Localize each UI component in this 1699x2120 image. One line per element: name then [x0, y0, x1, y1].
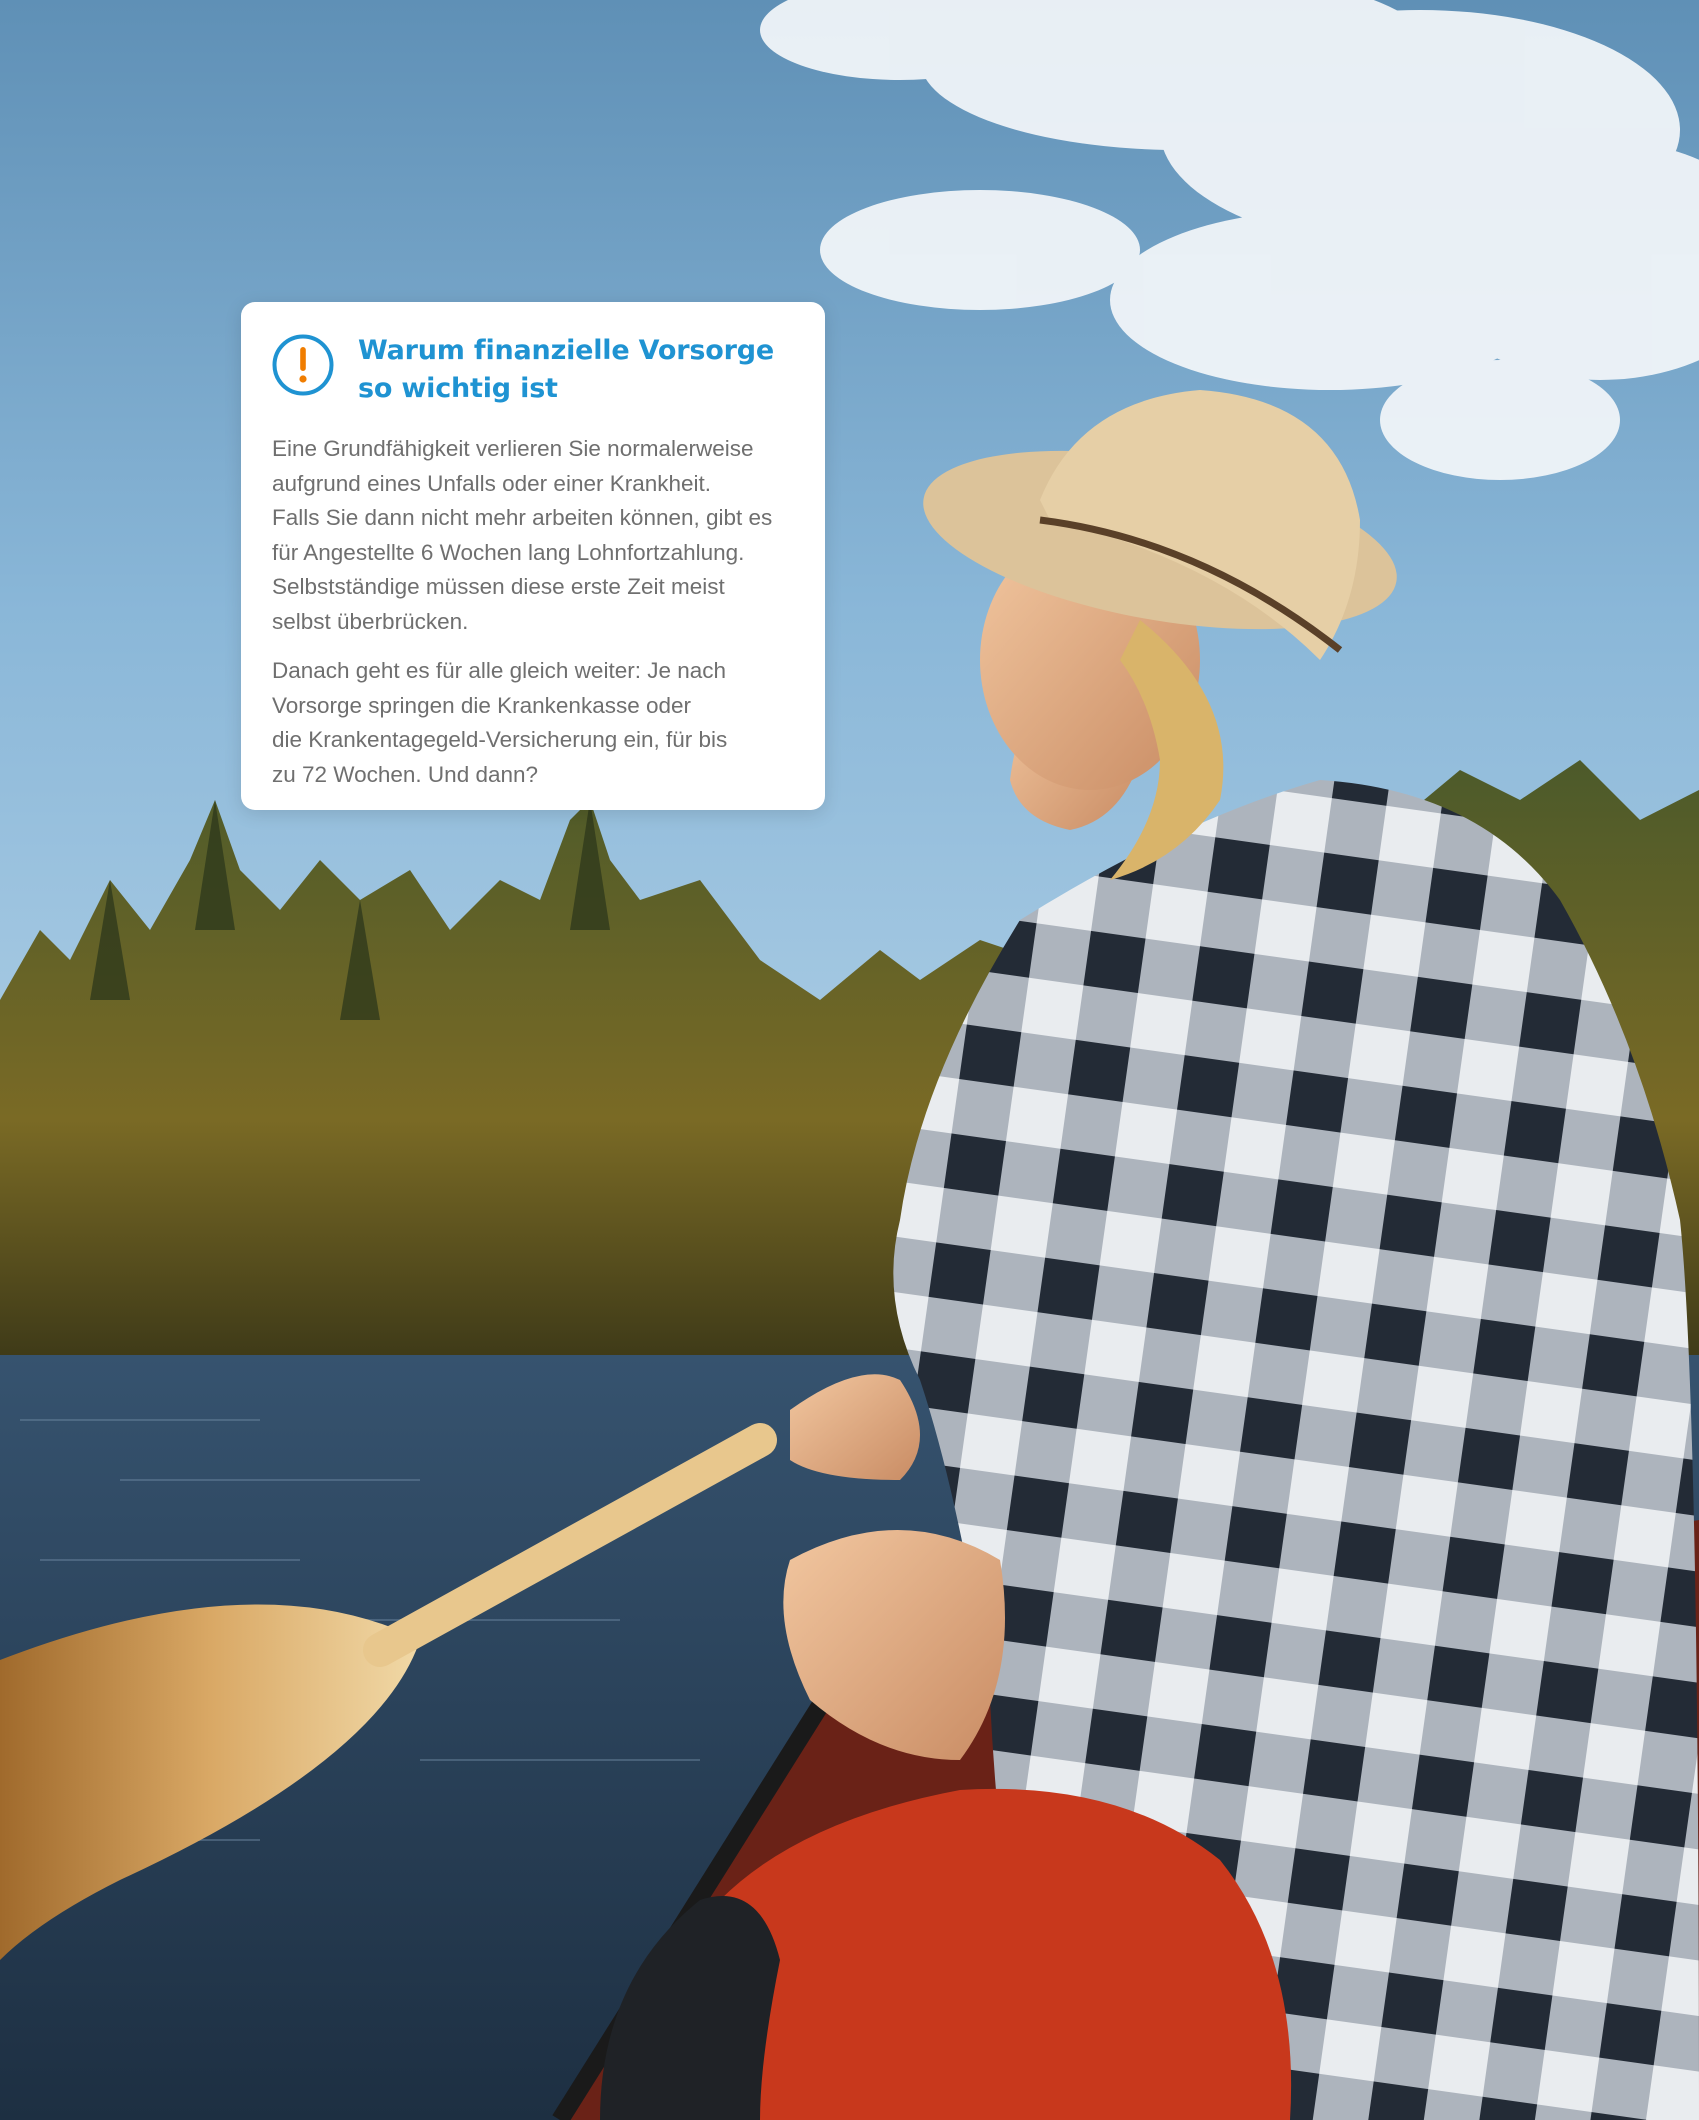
paragraph-line: Falls Sie dann nicht mehr arbeiten könne…	[272, 505, 773, 530]
card-title-line: Warum finanzielle Vorsorge	[358, 335, 774, 366]
paragraph-line: selbst überbrücken.	[272, 608, 469, 634]
exclamation-circle-icon	[272, 334, 334, 396]
paragraph-line: für Angestellte 6 Wochen lang Lohnfortza…	[272, 539, 745, 565]
paragraph-2: Danach geht es für alle gleich weiter: J…	[272, 654, 793, 792]
paragraph-line: Eine Grundfähigkeit verlieren Sie normal…	[272, 436, 754, 461]
card-title: Warum finanzielle Vorsorge so wichtig is…	[358, 332, 774, 408]
card-body: Eine Grundfähigkeit verlieren Sie normal…	[272, 432, 793, 792]
paragraph-line: Danach geht es für alle gleich weiter: J…	[272, 658, 727, 683]
paragraph-line: Selbstständige müssen diese erste Zeit m…	[272, 574, 725, 599]
paragraph-line: die Krankentagegeld-Versicherung ein, fü…	[272, 727, 728, 752]
paragraph-1: Eine Grundfähigkeit verlieren Sie normal…	[272, 432, 793, 639]
card-title-line: so wichtig ist	[358, 373, 558, 404]
card-header: Warum finanzielle Vorsorge so wichtig is…	[272, 332, 793, 408]
info-card: Warum finanzielle Vorsorge so wichtig is…	[241, 302, 825, 810]
paragraph-line: zu 72 Wochen. Und dann?	[272, 761, 539, 787]
paragraph-line: aufgrund eines Unfalls oder einer Krankh…	[272, 470, 712, 496]
paragraph-line: Vorsorge springen die Krankenkasse oder	[272, 692, 692, 718]
